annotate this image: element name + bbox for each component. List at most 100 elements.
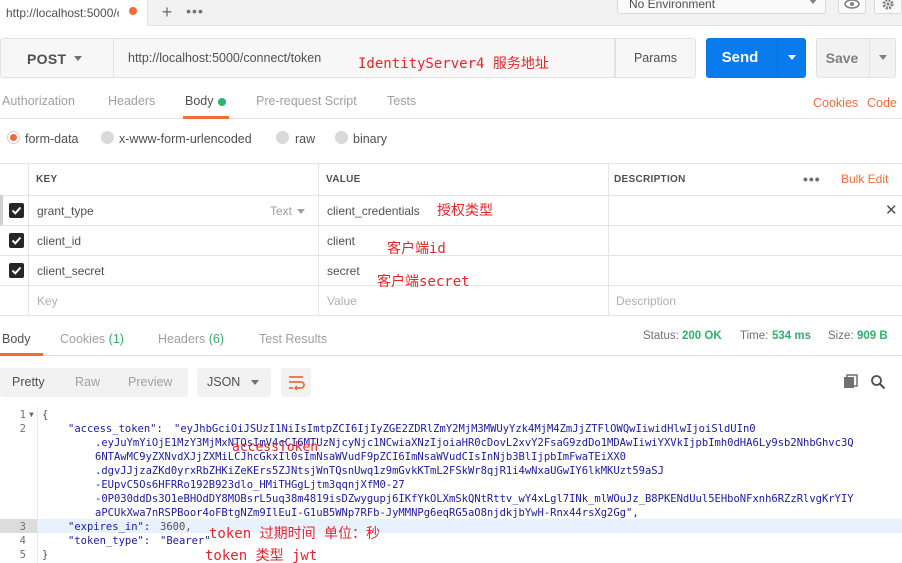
url-text: http://localhost:5000/connect/token (128, 51, 322, 65)
row-type-select[interactable]: Text (270, 204, 292, 218)
table-border (0, 255, 902, 256)
table-border (0, 315, 902, 316)
format-label: JSON (207, 375, 241, 389)
row-value[interactable]: client (327, 234, 355, 248)
plus-icon[interactable]: + (156, 1, 178, 23)
view-raw-button[interactable]: Raw (75, 375, 100, 389)
radio-binary[interactable] (335, 131, 348, 144)
line-number: 2 (19, 423, 26, 435)
gutter-divider (37, 407, 38, 563)
table-border (28, 163, 29, 316)
response-tab-headers-label: Headers (158, 332, 206, 346)
request-tab-title: http://localhost:5000/c (6, 6, 119, 20)
close-icon[interactable]: ✕ (885, 201, 898, 219)
tab-authorization[interactable]: Authorization (2, 94, 75, 108)
save-dropdown-button[interactable] (869, 39, 896, 77)
radio-form-data[interactable] (7, 131, 20, 144)
checkbox-checked-icon[interactable] (9, 203, 24, 218)
code-line: } (42, 549, 49, 561)
view-preview-button[interactable]: Preview (128, 375, 172, 389)
wrap-icon[interactable] (281, 368, 311, 397)
method-select[interactable]: POST (0, 38, 113, 78)
gear-icon[interactable] (874, 0, 902, 14)
checkbox-checked-icon[interactable] (9, 233, 24, 248)
response-tab-cookies-label: Cookies (60, 332, 106, 346)
row-key[interactable]: grant_type (37, 204, 94, 218)
bulk-edit-link[interactable]: Bulk Edit (841, 172, 888, 186)
json-string: -EUpvC5Os6HFRRo192B923dlo_HMiTHGgLjtm3qq… (95, 479, 405, 491)
row-key[interactable]: client_secret (37, 264, 104, 278)
environment-label: No Environment (629, 0, 716, 11)
json-number: 3600, (160, 521, 192, 533)
chevron-down-icon (788, 55, 796, 60)
chevron-down-icon (251, 380, 259, 385)
table-border (608, 163, 609, 316)
row-key[interactable]: client_id (37, 234, 81, 248)
status-label: Status: (643, 330, 679, 342)
row-value[interactable]: secret (327, 264, 360, 278)
cookies-link[interactable]: Cookies (813, 96, 858, 110)
send-dropdown-button[interactable] (777, 38, 806, 78)
status-value: 200 OK (682, 330, 722, 342)
response-tab-test-results[interactable]: Test Results (259, 332, 327, 346)
fold-icon[interactable]: ▼ (29, 410, 34, 419)
eye-icon[interactable] (838, 0, 866, 14)
column-header-value: VALUE (326, 174, 361, 185)
tab-body-underline (183, 116, 229, 119)
table-border (0, 195, 902, 196)
params-button[interactable]: Params (615, 38, 696, 78)
json-key: "expires_in": (68, 521, 157, 533)
headers-count: (6) (208, 332, 225, 346)
column-header-description: DESCRIPTION (614, 174, 686, 185)
request-tabs: Authorization Headers Body Pre-request S… (0, 85, 902, 119)
radio-raw[interactable] (276, 131, 289, 144)
line-number: 3 (19, 521, 26, 533)
tab-headers[interactable]: Headers (108, 94, 155, 108)
chevron-down-icon (879, 55, 887, 60)
more-icon[interactable]: ••• (184, 1, 206, 23)
json-key: "access_token": (68, 423, 170, 435)
params-table: KEY VALUE DESCRIPTION ••• Bulk Edit gran… (0, 163, 902, 316)
annotation-server: IdentityServer4 服务地址 (358, 56, 549, 72)
tab-tests[interactable]: Tests (387, 94, 416, 108)
send-label: Send (721, 49, 759, 66)
request-tab[interactable]: http://localhost:5000/c (0, 0, 148, 26)
response-tab-headers[interactable]: Headers (6) (158, 332, 224, 346)
tab-body[interactable]: Body (185, 94, 214, 108)
annotation-grant-type: 授权类型 (437, 203, 493, 219)
radio-urlencoded[interactable] (101, 131, 114, 144)
code-link[interactable]: Code (867, 96, 897, 110)
response-tab-body[interactable]: Body (2, 332, 31, 346)
view-pretty-button[interactable]: Pretty (12, 375, 45, 389)
response-tab-underline (0, 353, 43, 356)
copy-icon[interactable] (843, 374, 859, 393)
size-label: Size: (828, 330, 854, 342)
body-status-dot-icon (218, 98, 226, 106)
response-body-code[interactable]: 1 ▼ 2 3 4 5 { "access_token": "eyJhbGciO… (0, 407, 902, 563)
method-label: POST (27, 51, 67, 67)
environment-select[interactable]: No Environment (617, 0, 826, 14)
json-string: "eyJhbGciOiJSUzI1NiIsImtpZCI6IjIyZGE2ZDR… (174, 423, 756, 435)
search-icon[interactable] (870, 374, 886, 393)
response-tab-cookies[interactable]: Cookies (1) (60, 332, 124, 346)
save-button[interactable]: Save (816, 38, 896, 78)
row-hover-bar (0, 195, 3, 225)
save-label: Save (825, 50, 859, 66)
radio-binary-label: binary (353, 132, 388, 146)
cookies-count: (1) (108, 332, 124, 346)
more-icon[interactable]: ••• (803, 171, 821, 187)
annotation-access-token: accessToken (232, 440, 319, 455)
row-value[interactable]: client_credentials (327, 204, 420, 218)
table-border (0, 225, 902, 226)
new-description-input[interactable]: Description (616, 294, 676, 308)
format-select[interactable]: JSON (197, 368, 271, 397)
tab-pre-request-script[interactable]: Pre-request Script (256, 94, 357, 108)
column-header-key: KEY (36, 174, 58, 185)
time-value: 534 ms (772, 330, 812, 342)
new-key-input[interactable]: Key (37, 294, 58, 308)
new-value-input[interactable]: Value (327, 294, 357, 308)
annotation-client-secret: 客户端secret (377, 274, 470, 290)
tab-bar: http://localhost:5000/c + ••• No Environ… (0, 0, 902, 26)
checkbox-checked-icon[interactable] (9, 263, 24, 278)
send-button[interactable]: Send (706, 38, 806, 78)
